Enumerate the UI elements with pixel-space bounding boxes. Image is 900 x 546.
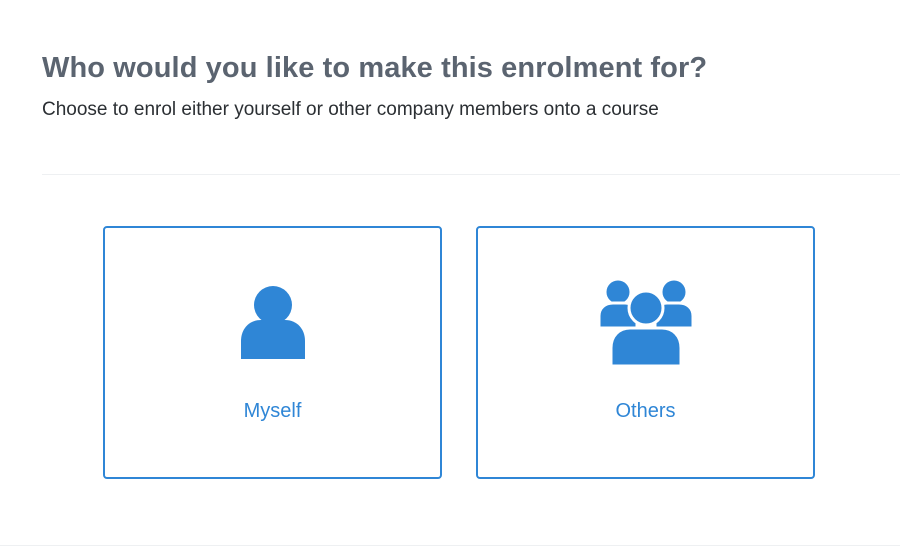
page-subtitle: Choose to enrol either yourself or other… bbox=[42, 99, 659, 120]
users-group-icon bbox=[478, 278, 813, 368]
option-others-card[interactable]: Others bbox=[476, 226, 815, 479]
option-myself-label: Myself bbox=[243, 400, 302, 422]
option-myself-card[interactable]: Myself bbox=[103, 226, 442, 479]
option-others-label: Others bbox=[615, 400, 676, 422]
section-divider bbox=[42, 174, 900, 175]
user-icon bbox=[105, 278, 440, 368]
page-title: Who would you like to make this enrolmen… bbox=[42, 52, 708, 84]
